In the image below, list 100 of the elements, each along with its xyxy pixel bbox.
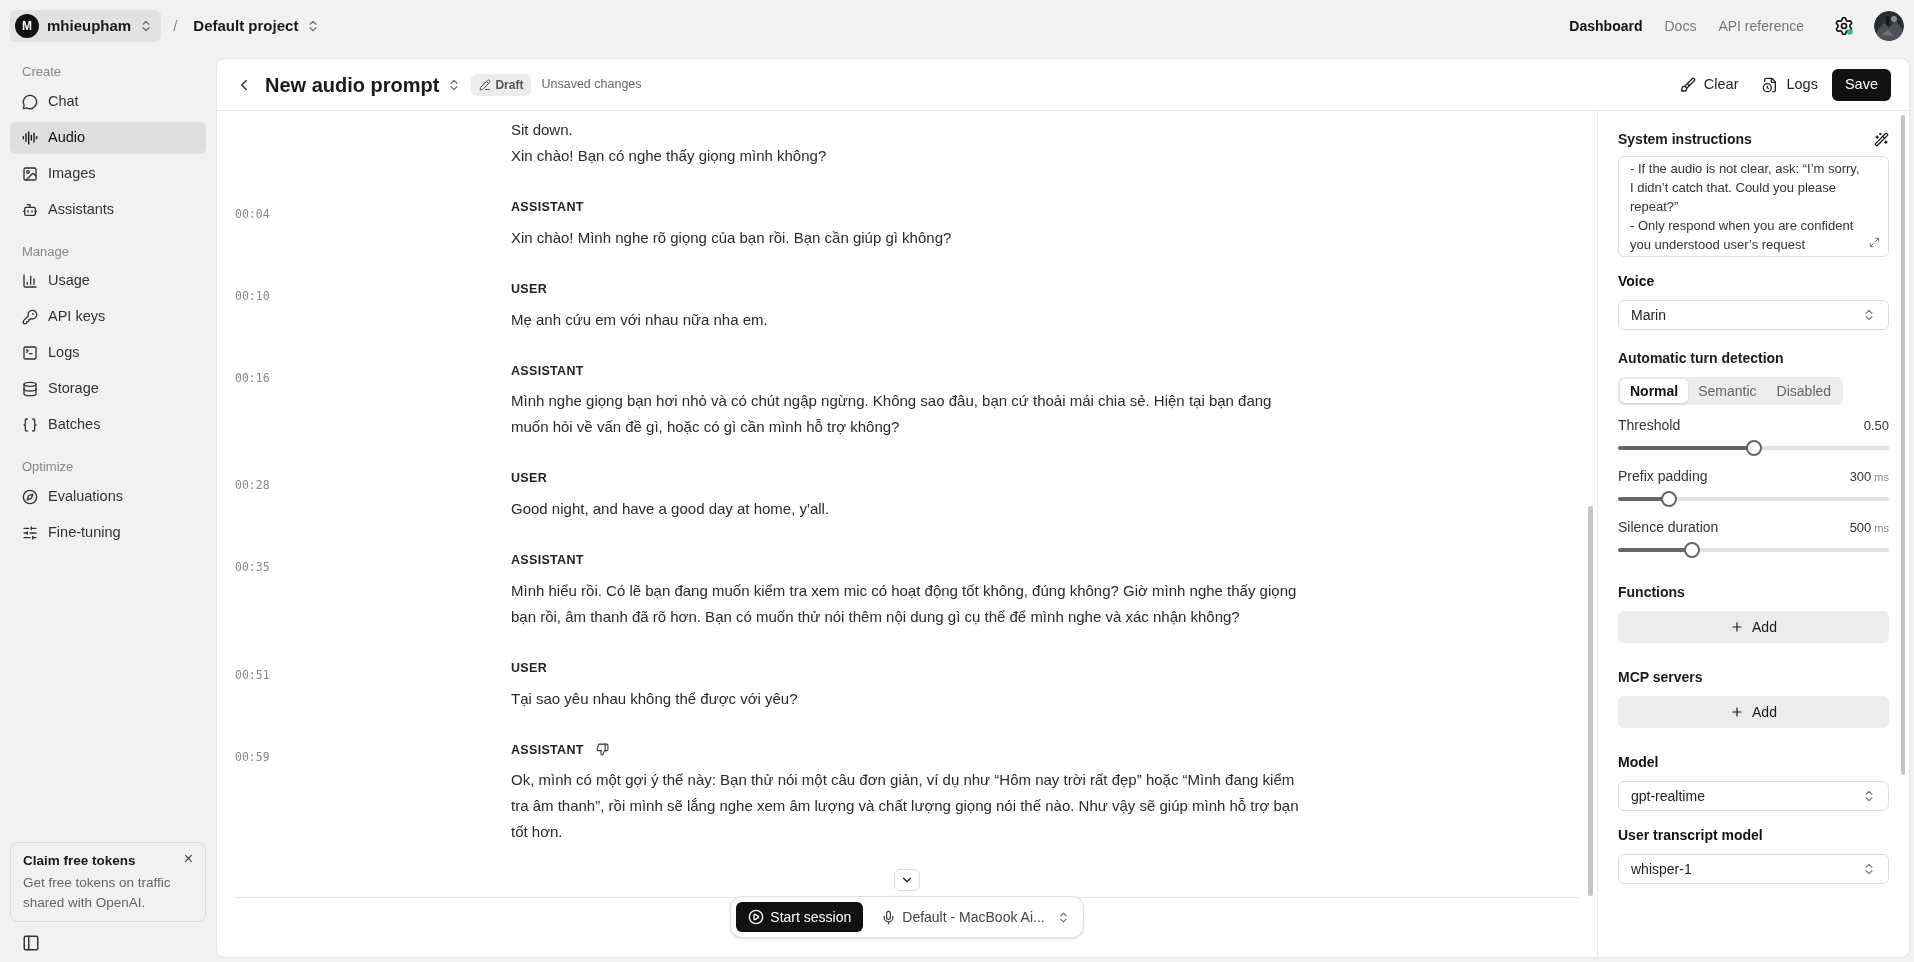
- project-switcher[interactable]: Default project: [189, 10, 325, 42]
- message-text: Mẹ anh cứu em với nhau nữa nha em.: [511, 309, 769, 330]
- sidebar-section-title: Optimize: [21, 458, 75, 476]
- expand-icon[interactable]: [1869, 237, 1880, 248]
- message-text: Ok, mình có một gợi ý thế này: Bạn thử nói một câu đơn giản, ví dụ như “Hôm nay trời rất đẹp” hoặc “Mình đang kiểm tra âm thanh”, rồi mình sẽ lắng nghe xem âm lượng và chất lượng giọng nói thế nào. Như vậy sẽ giúp mình hỗ trợ bạn tốt hơn.: [511, 770, 1300, 843]
- sidebar-item[interactable]: Chat: [10, 85, 206, 118]
- select-field[interactable]: gpt-realtime: [1618, 781, 1889, 811]
- slider[interactable]: [1618, 491, 1889, 507]
- terminal-icon: [22, 345, 38, 361]
- bar-chart-icon: [22, 273, 38, 289]
- plus-icon: [1730, 620, 1745, 634]
- key-icon: [22, 309, 38, 325]
- slider[interactable]: [1618, 542, 1889, 558]
- slider-thumb[interactable]: [1684, 542, 1701, 558]
- role-label: ASSISTANT: [511, 741, 584, 759]
- message-text: Sit down.: [511, 120, 574, 140]
- sidebar-item[interactable]: Images: [10, 157, 206, 190]
- nav-link[interactable]: Dashboard: [1569, 15, 1643, 37]
- slider-thumb[interactable]: [1745, 440, 1762, 456]
- avatar-initial: M: [15, 14, 39, 38]
- message-text: Mình nghe giọng bạn hơi nhỏ và có chút ngập ngừng. Không sao đâu, bạn cứ thoải mái chia sẻ. Hiện tại bạn đang muốn hỏi về vấn đề gì, hoặc có gì cần mình hỗ trợ không?: [511, 391, 1273, 438]
- account-switcher[interactable]: M mhieupham: [10, 10, 162, 42]
- slider-value: 500: [1849, 519, 1872, 537]
- slider-thumb[interactable]: [1661, 491, 1678, 507]
- slider[interactable]: [1618, 440, 1889, 456]
- timestamp: 00:10: [235, 288, 270, 303]
- sidebar-item[interactable]: Logs: [10, 337, 206, 369]
- message-text: Xin chào! Bạn có nghe thấy giọng mình không?: [511, 146, 828, 166]
- field-label: MCP servers: [1618, 668, 1704, 687]
- timestamp: 00:04: [235, 207, 270, 221]
- promo-text: Get free tokens on traffic shared with OpenAI.: [23, 874, 172, 912]
- compass-icon: [22, 488, 38, 505]
- unit-label: ms: [1874, 470, 1889, 485]
- segment-tab[interactable]: Semantic: [1688, 379, 1767, 403]
- settings-icon[interactable]: [1834, 16, 1854, 36]
- segment-tab[interactable]: Normal: [1620, 379, 1689, 403]
- thumbs-down-icon[interactable]: [595, 743, 609, 757]
- field-label: Model: [1618, 753, 1660, 772]
- nav-link[interactable]: Docs: [1664, 15, 1697, 37]
- message-text: Mình hiểu rồi. Có lẽ bạn đang muốn kiểm tra xem mic có hoạt động tốt không, đúng không? Giờ mình nghe thấy giọng bạn rồi, âm thanh đã rõ hơn. Bạn có muốn thử nói thêm nội dung gì cụ thể để mình nghe và xác nhận không?: [511, 580, 1298, 627]
- microphone-select[interactable]: Default - MacBook Ai...: [873, 902, 1078, 932]
- role-label: ASSISTANT: [511, 552, 584, 569]
- field-label: Functions: [1618, 583, 1686, 602]
- select-field[interactable]: Marin: [1618, 300, 1889, 330]
- sidebar-item[interactable]: API keys: [10, 301, 206, 333]
- promo-title: Claim free tokens: [23, 851, 136, 870]
- sidebar-item[interactable]: Storage: [10, 373, 206, 405]
- status-text: Unsaved changes: [541, 76, 642, 94]
- plus-icon: [1730, 705, 1745, 719]
- field-label: User transcript model: [1618, 826, 1764, 845]
- toolbar-button[interactable]: Clear: [1669, 68, 1749, 101]
- save-button[interactable]: Save: [1831, 68, 1891, 101]
- slider-value: 0.50: [1863, 417, 1889, 435]
- prompt-title: New audio prompt: [265, 72, 440, 98]
- slider-value: 300: [1849, 468, 1872, 486]
- role-label: USER: [511, 280, 547, 298]
- message-text: Xin chào! Mình nghe rõ giọng của bạn rồi. Bạn cần giúp gì không?: [511, 227, 953, 248]
- sidebar-item[interactable]: Assistants: [10, 193, 206, 226]
- brush-icon: [1679, 76, 1696, 93]
- slider-label: Prefix padding: [1618, 467, 1708, 486]
- select-field[interactable]: whisper-1: [1618, 854, 1889, 884]
- segment-tab[interactable]: Disabled: [1766, 379, 1842, 403]
- toolbar-button[interactable]: Logs: [1752, 68, 1828, 101]
- sliders-icon: [22, 524, 38, 541]
- timestamp: 00:35: [235, 560, 270, 574]
- pencil-icon: [479, 78, 492, 91]
- audio-wave-icon: [22, 129, 38, 146]
- role-label: ASSISTANT: [511, 362, 584, 380]
- sidebar-item[interactable]: Batches: [10, 409, 206, 441]
- sidebar-item[interactable]: Evaluations: [10, 480, 206, 513]
- sidebar-section-title: Create: [21, 63, 63, 81]
- sidebar-toggle-icon[interactable]: [22, 934, 40, 952]
- image-icon: [22, 165, 38, 182]
- chat-bubble-icon: [22, 93, 38, 110]
- draft-badge: Draft: [471, 73, 532, 96]
- add-button[interactable]: Add: [1618, 696, 1889, 728]
- role-label: USER: [511, 470, 547, 488]
- magic-wand-icon[interactable]: [1874, 132, 1889, 147]
- close-button[interactable]: ×: [183, 850, 193, 867]
- field-label: Voice: [1618, 272, 1656, 291]
- sidebar-item[interactable]: Usage: [10, 265, 206, 297]
- microphone-icon: [881, 909, 897, 925]
- unit-label: ms: [1874, 521, 1889, 536]
- sidebar-item[interactable]: Audio: [10, 121, 206, 154]
- braces-icon: [22, 417, 38, 433]
- sidebar-item[interactable]: Fine-tuning: [10, 516, 206, 549]
- start-session-button[interactable]: Start session: [736, 902, 864, 932]
- instructions-field[interactable]: - If the audio is not clear, ask: “I’m sorry, I didn’t catch that. Could you please repeat?” - Only respond when you are confident you understood user’s request: [1618, 156, 1889, 257]
- scroll-down-button[interactable]: [894, 869, 920, 891]
- message-text: Tại sao yêu nhau không thể được với yêu?: [511, 688, 799, 709]
- timestamp: 00:28: [235, 478, 270, 493]
- breadcrumb-separator: /: [173, 15, 178, 36]
- add-button[interactable]: Add: [1618, 611, 1889, 643]
- nav-link[interactable]: API reference: [1718, 15, 1804, 37]
- robot-icon: [22, 201, 38, 218]
- timestamp: 00:59: [235, 749, 270, 764]
- timestamp: 00:51: [235, 667, 270, 682]
- database-icon: [22, 381, 38, 397]
- timestamp: 00:16: [235, 370, 270, 385]
- role-label: USER: [511, 659, 547, 677]
